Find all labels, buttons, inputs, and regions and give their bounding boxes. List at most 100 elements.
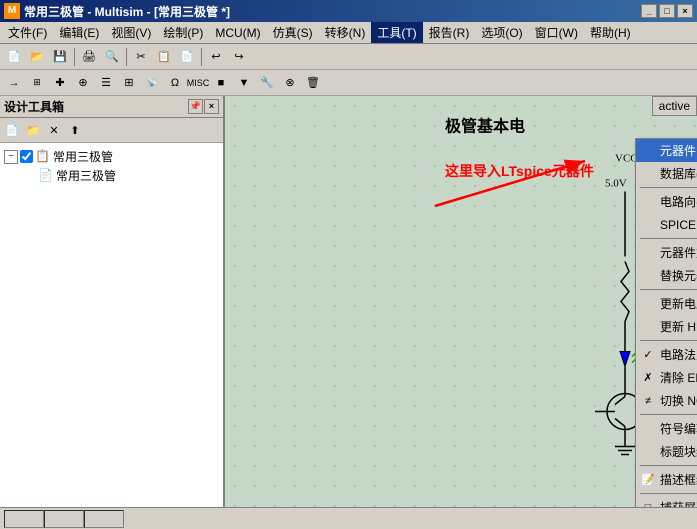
menu-erc[interactable]: ✓ 电路法则查验(I)... [636,343,697,366]
menu-mcu[interactable]: MCU(M) [209,24,266,42]
menu-toggle-nc[interactable]: ≠ 切换 NC 标记(g) [636,389,697,412]
tb2-signal[interactable]: 📡 [141,72,163,94]
tb2-x[interactable]: ⊗ [279,72,301,94]
tb-sep1 [74,48,75,66]
sidebar-tb-new[interactable]: 📄 [2,120,22,140]
tb2-tool[interactable]: 🔧 [256,72,278,94]
sep1 [640,187,697,188]
sep3 [640,289,697,290]
status-seg1 [4,510,44,528]
sep7 [640,493,697,494]
maximize-button[interactable]: □ [659,4,675,18]
toggle-nc-label: 切换 NC 标记(g) [660,392,697,409]
tree-root[interactable]: − 📋 常用三极管 [4,147,219,166]
menu-draw[interactable]: 绘制(P) [157,22,209,43]
menu-update-from-db[interactable]: 更新电路图上的元器件(U)... [636,292,697,315]
sidebar-close[interactable]: × [204,99,219,114]
tb-copy[interactable]: 📋 [153,46,175,68]
circuit-svg: 极管基本电 VCC 5.0V R1 100Ω LED1 U1 S8050 [225,96,697,507]
menu-title-editor[interactable]: 标题块编辑器(I) [636,440,697,463]
sidebar-pin[interactable]: 📌 [188,99,203,114]
active-badge: active [652,96,697,116]
status-seg2 [44,510,84,528]
sidebar-tb-delete[interactable]: ✕ [44,120,64,140]
sep5 [640,414,697,415]
sidebar: 设计工具箱 📌 × 📄 📁 ✕ ⬆ − 📋 常用三极管 📄 [0,96,225,507]
update-from-db-label: 更新电路图上的元器件(U)... [660,295,697,312]
menu-tools[interactable]: 工具(T) [371,22,422,43]
menu-file[interactable]: 文件(F) [2,22,53,43]
tb2-grid[interactable]: ⊞ [118,72,140,94]
tb-open[interactable]: 📂 [26,46,48,68]
tree-child[interactable]: 📄 常用三极管 [4,166,219,185]
tb-preview[interactable]: 🔍 [101,46,123,68]
tb2-block[interactable]: ■ [210,72,232,94]
menu-database[interactable]: 数据库(D) [636,162,697,185]
menu-help[interactable]: 帮助(H) [584,22,637,43]
erc-icon: ✓ [640,348,656,361]
sidebar-title: 设计工具箱 [4,98,188,115]
close-button[interactable]: × [677,4,693,18]
tb-print[interactable]: 🖨 [78,46,100,68]
update-hb-label: 更新 HB/SC 符号(H) [660,318,697,335]
sidebar-tb-up[interactable]: ⬆ [65,120,85,140]
circuit-wizard-label: 电路向导(C) [660,193,697,210]
menu-reports[interactable]: 报告(R) [423,22,476,43]
clear-erc-icon: ✗ [640,371,656,384]
menu-options[interactable]: 选项(O) [475,22,528,43]
tb2-down[interactable]: ▼ [233,72,255,94]
status-seg3 [84,510,124,528]
tree-root-label: 常用三极管 [53,148,113,165]
menu-clear-erc[interactable]: ✗ 清除 ERC 标记(k)... [636,366,697,389]
menu-circuit-wizard[interactable]: 电路向导(C) [636,190,697,213]
menu-window[interactable]: 窗口(W) [529,22,584,43]
svg-text:5.0V: 5.0V [605,178,627,190]
menu-update-hb[interactable]: 更新 HB/SC 符号(H) [636,315,697,338]
svg-text:极管基本电: 极管基本电 [445,117,525,136]
menu-capture-screen[interactable]: □ 捕获屏幕区(a) [636,496,697,507]
tb-save[interactable]: 💾 [49,46,71,68]
title-editor-label: 标题块编辑器(I) [660,443,697,460]
tb2-plus[interactable]: ⊕ [72,72,94,94]
tb-paste[interactable]: 📄 [176,46,198,68]
menu-component-wizard[interactable]: 元器件向导(W)... [636,139,697,162]
menu-desc-editor[interactable]: 📝 描述框编辑器(E) [636,468,697,491]
menu-spice-viewer[interactable]: SPICE 网表查看器(I)... [636,213,697,236]
menu-rename-renumber[interactable]: 元器件重命名/重新编号(R)... [636,241,697,264]
minimize-button[interactable]: _ [641,4,657,18]
tb-redo[interactable]: ↪ [228,46,250,68]
menu-replace[interactable]: 替换元器件(m)... [636,264,697,287]
tb2-up[interactable]: ⊞ [26,72,48,94]
menu-view[interactable]: 视图(V) [105,22,157,43]
tb2-delete[interactable]: 🗑 [302,72,324,94]
toolbar-2: → ⊞ ✚ ⊕ ☰ ⊞ 📡 Ω MISC ■ ▼ 🔧 ⊗ 🗑 [0,70,697,96]
spice-viewer-label: SPICE 网表查看器(I)... [660,216,697,233]
menu-sim[interactable]: 仿真(S) [267,22,319,43]
desc-editor-label: 描述框编辑器(E) [660,471,697,488]
menu-transfer[interactable]: 转移(N) [319,22,372,43]
tree-area: − 📋 常用三极管 📄 常用三极管 [0,143,223,507]
capture-screen-label: 捕获屏幕区(a) [660,499,697,507]
tb-cut[interactable]: ✂ [130,46,152,68]
tree-expand-icon[interactable]: − [4,150,18,164]
tb-undo[interactable]: ↩ [205,46,227,68]
tb-new[interactable]: 📄 [3,46,25,68]
tree-file-icon: 📄 [38,168,54,184]
menu-symbol-editor[interactable]: 符号编辑器(S) [636,417,697,440]
sidebar-controls: 📌 × [188,99,219,114]
replace-label: 替换元器件(m)... [660,267,697,284]
canvas-area[interactable]: active 极管基本电 VCC 5.0V R1 100Ω LED1 [225,96,697,507]
sidebar-header: 设计工具箱 📌 × [0,96,223,118]
tb2-ohm[interactable]: Ω [164,72,186,94]
sep4 [640,340,697,341]
desc-editor-icon: 📝 [640,473,656,486]
tb2-add[interactable]: ✚ [49,72,71,94]
tb2-list[interactable]: ☰ [95,72,117,94]
window-controls: _ □ × [641,4,693,18]
menu-bar: 文件(F) 编辑(E) 视图(V) 绘制(P) MCU(M) 仿真(S) 转移(… [0,22,697,44]
tree-checkbox-root[interactable] [20,150,33,163]
tb2-misc[interactable]: MISC [187,72,209,94]
tb2-arrow[interactable]: → [3,72,25,94]
menu-edit[interactable]: 编辑(E) [53,22,105,43]
sidebar-tb-open[interactable]: 📁 [23,120,43,140]
